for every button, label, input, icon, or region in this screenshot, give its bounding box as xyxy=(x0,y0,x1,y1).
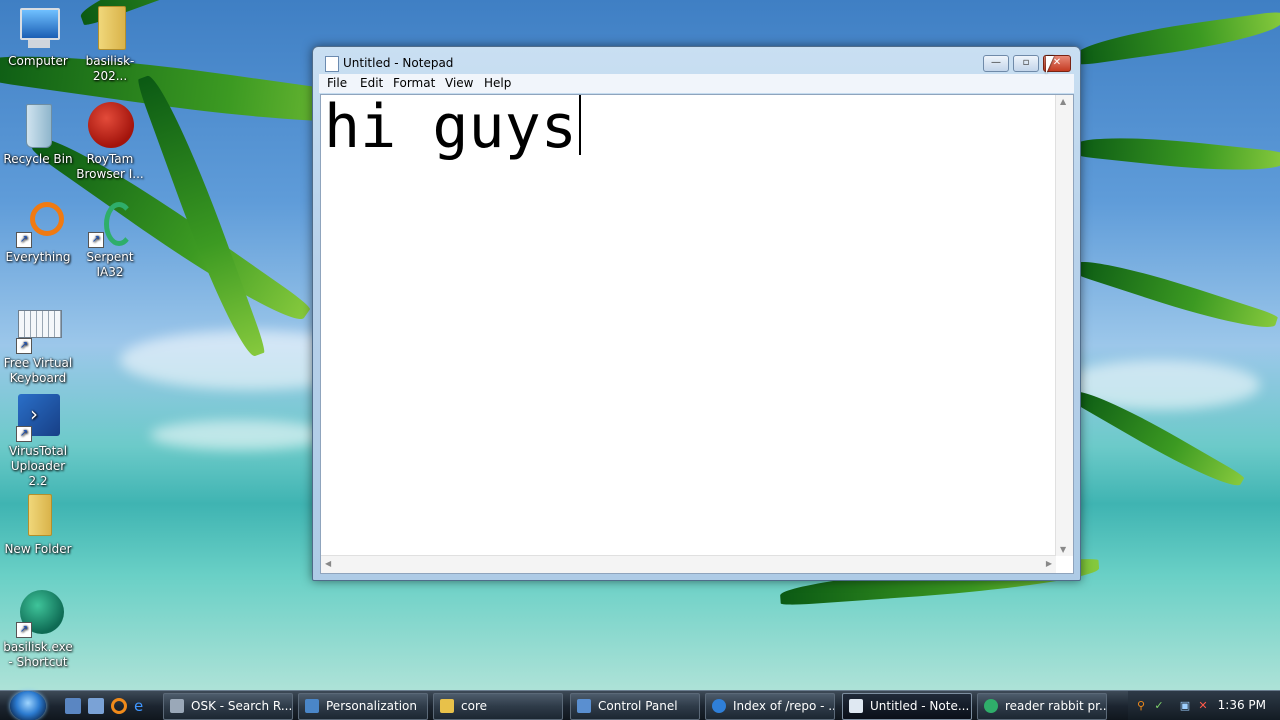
editor-content: hi guys xyxy=(324,92,577,162)
shortcut-arrow-icon: ↗ xyxy=(16,426,32,442)
taskbar-item-label: Personalization xyxy=(326,699,417,713)
menu-view[interactable]: View xyxy=(445,76,473,90)
scroll-right-arrow-icon[interactable]: ▶ xyxy=(1046,559,1052,568)
desktop-icon-virustotal-uploader[interactable]: › ↗ VirusTotal Uploader 2.2 xyxy=(0,394,76,489)
clock[interactable]: 1:36 PM xyxy=(1218,698,1266,712)
taskbar-item-control-panel[interactable]: Control Panel xyxy=(570,693,700,720)
menu-help[interactable]: Help xyxy=(484,76,511,90)
display-tray-icon[interactable]: ▣ xyxy=(1178,699,1192,713)
taskbar-item-reader-rabbit[interactable]: reader rabbit pr... xyxy=(977,693,1107,720)
cloud xyxy=(150,420,330,450)
search-window-icon xyxy=(170,699,184,713)
desktop-icon-recycle-bin[interactable]: Recycle Bin xyxy=(0,102,76,167)
everything-search-icon: ↗ xyxy=(14,200,64,248)
switch-windows-icon[interactable] xyxy=(88,698,104,714)
everything-quicklaunch-icon[interactable] xyxy=(111,698,127,714)
horizontal-scrollbar[interactable]: ◀ ▶ xyxy=(321,555,1056,573)
serpent-icon xyxy=(984,699,998,713)
notepad-icon xyxy=(325,56,339,72)
internet-explorer-icon[interactable]: e xyxy=(134,698,150,714)
taskbar-item-label: Control Panel xyxy=(598,699,678,713)
basilisk-icon: ↗ xyxy=(14,590,64,638)
personalization-icon xyxy=(305,699,319,713)
text-editor-area[interactable]: hi guys ▲ ▼ ◀ ▶ xyxy=(320,94,1074,574)
shortcut-arrow-icon: ↗ xyxy=(16,622,32,638)
desktop-icon-serpent[interactable]: ↗ Serpent IA32 xyxy=(72,200,148,280)
taskbar-item-personalization[interactable]: Personalization xyxy=(298,693,428,720)
menu-format[interactable]: Format xyxy=(393,76,435,90)
show-desktop-icon[interactable] xyxy=(65,698,81,714)
serpent-icon: ↗ xyxy=(86,200,134,248)
desktop-icon-free-virtual-keyboard[interactable]: ↗ Free Virtual Keyboard xyxy=(0,306,76,386)
search-tray-icon[interactable]: ⚲ xyxy=(1134,699,1148,713)
virustotal-icon: › ↗ xyxy=(14,394,62,442)
taskbar: e OSK - Search R... Personalization core… xyxy=(0,690,1280,720)
desktop: Computer basilisk-202... Recycle Bin Roy… xyxy=(0,0,1280,720)
control-panel-icon xyxy=(577,699,591,713)
menu-edit[interactable]: Edit xyxy=(360,76,383,90)
desktop-icon-basilisk-folder[interactable]: basilisk-202... xyxy=(72,4,148,84)
desktop-icon-label: RoyTam Browser I... xyxy=(76,152,144,181)
red-globe-icon xyxy=(86,102,134,150)
taskbar-item-label: Untitled - Note... xyxy=(870,699,970,713)
palm-leaf xyxy=(1073,10,1280,66)
desktop-icon-label: Recycle Bin xyxy=(3,152,73,166)
desktop-icon-label: VirusTotal Uploader 2.2 xyxy=(8,444,68,488)
palm-leaf xyxy=(1071,250,1279,339)
scroll-up-arrow-icon[interactable]: ▲ xyxy=(1060,97,1066,106)
computer-icon xyxy=(14,4,62,52)
taskbar-item-label: OSK - Search R... xyxy=(191,699,293,713)
folder-icon xyxy=(14,492,62,540)
window-title: Untitled - Notepad xyxy=(343,56,454,70)
menu-file[interactable]: File xyxy=(327,76,347,90)
taskbar-item-label: reader rabbit pr... xyxy=(1005,699,1107,713)
shortcut-arrow-icon: ↗ xyxy=(16,232,32,248)
taskbar-item-label: Index of /repo - ... xyxy=(733,699,835,713)
taskbar-item-core[interactable]: core xyxy=(433,693,563,720)
network-tray-icon[interactable]: ✓ xyxy=(1152,699,1166,713)
minimize-button[interactable]: — xyxy=(983,55,1009,72)
shortcut-arrow-icon: ↗ xyxy=(88,232,104,248)
editor-text: hi guys xyxy=(324,95,581,159)
desktop-icon-roytam-browser[interactable]: RoyTam Browser I... xyxy=(72,102,148,182)
taskbar-item-browser-index[interactable]: Index of /repo - ... xyxy=(705,693,835,720)
desktop-icon-everything[interactable]: ↗ Everything xyxy=(0,200,76,265)
desktop-icon-label: basilisk-202... xyxy=(85,54,135,83)
desktop-icon-computer[interactable]: Computer xyxy=(0,4,76,69)
taskbar-item-notepad[interactable]: Untitled - Note... xyxy=(842,693,972,720)
scroll-down-arrow-icon[interactable]: ▼ xyxy=(1060,545,1066,554)
desktop-icon-label: Serpent IA32 xyxy=(86,250,134,279)
palm-leaf xyxy=(1073,130,1280,178)
notepad-window[interactable]: Untitled - Notepad — ▫ ✕ File Edit Forma… xyxy=(312,46,1081,581)
desktop-icon-label: Free Virtual Keyboard xyxy=(3,356,73,385)
scroll-left-arrow-icon[interactable]: ◀ xyxy=(325,559,331,568)
vertical-scrollbar[interactable]: ▲ ▼ xyxy=(1055,95,1073,556)
desktop-icon-basilisk-shortcut[interactable]: ↗ basilisk.exe - Shortcut xyxy=(0,590,76,670)
taskbar-item-label: core xyxy=(461,699,487,713)
folder-icon xyxy=(440,699,454,713)
browser-icon xyxy=(712,699,726,713)
desktop-icon-new-folder[interactable]: New Folder xyxy=(0,492,76,557)
recycle-bin-icon xyxy=(14,102,62,150)
shortcut-arrow-icon: ↗ xyxy=(16,338,32,354)
mouse-cursor-icon xyxy=(1046,56,1054,74)
menu-bar: File Edit Format View Help xyxy=(319,74,1074,93)
notepad-icon xyxy=(849,699,863,713)
volume-muted-icon[interactable]: ✕ xyxy=(1196,699,1210,713)
keyboard-icon: ↗ xyxy=(14,306,62,354)
system-tray: ⚲ ✓ ▣ ✕ 1:36 PM xyxy=(1128,691,1280,720)
desktop-icon-label: Everything xyxy=(5,250,71,264)
taskbar-item-osk-search[interactable]: OSK - Search R... xyxy=(163,693,293,720)
desktop-icon-label: New Folder xyxy=(4,542,72,556)
desktop-icon-label: basilisk.exe - Shortcut xyxy=(3,640,73,669)
maximize-button[interactable]: ▫ xyxy=(1013,55,1039,72)
folder-icon xyxy=(86,4,134,52)
text-caret xyxy=(578,95,581,155)
start-button[interactable] xyxy=(10,691,46,720)
desktop-icon-label: Computer xyxy=(8,54,68,68)
